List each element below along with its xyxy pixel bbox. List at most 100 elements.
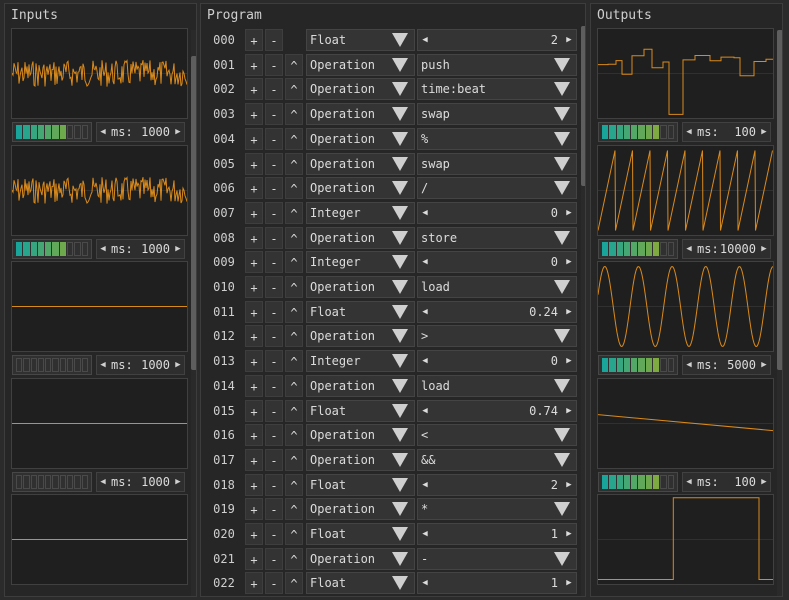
value-spinner[interactable]: ◀ 0 ▶ [417, 201, 577, 224]
spinner-value[interactable]: 2 [432, 33, 562, 47]
operation-dropdown[interactable]: time:beat [417, 78, 577, 101]
increment-arrow-icon[interactable]: ▶ [758, 127, 770, 137]
type-dropdown[interactable]: Operation [306, 78, 415, 101]
type-dropdown[interactable]: Float [306, 572, 415, 595]
inputs-2-ms-spinner[interactable]: ◀ ms: 1000 ▶ [96, 238, 185, 259]
type-dropdown[interactable]: Operation [306, 498, 415, 521]
decrement-arrow-icon[interactable]: ◀ [97, 127, 109, 137]
type-dropdown[interactable]: Operation [306, 325, 415, 348]
type-dropdown[interactable]: Operation [306, 127, 415, 150]
increment-arrow-icon[interactable]: ▶ [562, 578, 576, 588]
spinner-value[interactable]: 1 [432, 576, 562, 590]
move-up-button[interactable]: ^ [285, 424, 303, 447]
move-up-button[interactable]: ^ [285, 300, 303, 323]
insert-row-button[interactable]: + [245, 572, 263, 595]
move-up-button[interactable]: ^ [285, 325, 303, 348]
insert-row-button[interactable]: + [245, 547, 263, 570]
delete-row-button[interactable]: - [265, 399, 283, 422]
insert-row-button[interactable]: + [245, 276, 263, 298]
type-dropdown[interactable]: Operation [306, 374, 415, 397]
increment-arrow-icon[interactable]: ▶ [562, 406, 576, 416]
program-scrollbar[interactable] [581, 26, 585, 596]
delete-row-button[interactable]: - [265, 572, 283, 595]
delete-row-button[interactable]: - [265, 547, 283, 570]
spinner-value[interactable]: 0 [432, 255, 562, 269]
increment-arrow-icon[interactable]: ▶ [562, 208, 576, 218]
ms-value[interactable]: 1000 [133, 242, 172, 256]
type-dropdown[interactable]: Float [306, 523, 415, 545]
delete-row-button[interactable]: - [265, 448, 283, 471]
spinner-value[interactable]: 0 [432, 354, 562, 368]
decrement-arrow-icon[interactable]: ◀ [683, 244, 695, 254]
increment-arrow-icon[interactable]: ▶ [562, 257, 576, 267]
increment-arrow-icon[interactable]: ▶ [758, 244, 770, 254]
insert-row-button[interactable]: + [245, 473, 263, 496]
operation-dropdown[interactable]: % [417, 127, 577, 150]
type-dropdown[interactable]: Operation [306, 276, 415, 298]
operation-dropdown[interactable]: swap [417, 103, 577, 126]
decrement-arrow-icon[interactable]: ◀ [683, 360, 695, 370]
value-spinner[interactable]: ◀ 0.24 ▶ [417, 300, 577, 323]
operation-dropdown[interactable]: swap [417, 152, 577, 175]
delete-row-button[interactable]: - [265, 53, 283, 76]
insert-row-button[interactable]: + [245, 152, 263, 175]
outputs-4-ms-spinner[interactable]: ◀ ms: 100 ▶ [682, 471, 771, 492]
value-spinner[interactable]: ◀ 0.74 ▶ [417, 399, 577, 422]
move-up-button[interactable]: ^ [285, 103, 303, 126]
ms-value[interactable]: 100 [719, 125, 758, 139]
decrement-arrow-icon[interactable]: ◀ [418, 35, 432, 45]
move-up-button[interactable]: ^ [285, 152, 303, 175]
ms-value[interactable]: 100 [719, 475, 758, 489]
delete-row-button[interactable]: - [265, 127, 283, 150]
move-up-button[interactable]: ^ [285, 276, 303, 298]
move-up-button[interactable]: ^ [285, 251, 303, 274]
move-up-button[interactable]: ^ [285, 498, 303, 521]
delete-row-button[interactable]: - [265, 103, 283, 126]
insert-row-button[interactable]: + [245, 201, 263, 224]
insert-row-button[interactable]: + [245, 300, 263, 323]
spinner-value[interactable]: 2 [432, 478, 562, 492]
inputs-scrollbar[interactable] [191, 30, 196, 596]
type-dropdown[interactable]: Integer [306, 201, 415, 224]
program-scrollbar-thumb[interactable] [581, 26, 585, 186]
decrement-arrow-icon[interactable]: ◀ [418, 356, 432, 366]
increment-arrow-icon[interactable]: ▶ [562, 480, 576, 490]
ms-value[interactable]: 1000 [133, 475, 172, 489]
insert-row-button[interactable]: + [245, 523, 263, 545]
value-spinner[interactable]: ◀ 0 ▶ [417, 350, 577, 373]
outputs-3-ms-spinner[interactable]: ◀ ms: 5000 ▶ [682, 355, 771, 375]
increment-arrow-icon[interactable]: ▶ [562, 35, 576, 45]
increment-arrow-icon[interactable]: ▶ [172, 127, 184, 137]
increment-arrow-icon[interactable]: ▶ [562, 529, 576, 539]
insert-row-button[interactable]: + [245, 103, 263, 126]
type-dropdown[interactable]: Operation [306, 53, 415, 76]
decrement-arrow-icon[interactable]: ◀ [418, 578, 432, 588]
move-up-button[interactable]: ^ [285, 523, 303, 545]
insert-row-button[interactable]: + [245, 424, 263, 447]
delete-row-button[interactable]: - [265, 473, 283, 496]
operation-dropdown[interactable]: < [417, 424, 577, 447]
type-dropdown[interactable]: Operation [306, 103, 415, 126]
insert-row-button[interactable]: + [245, 29, 263, 51]
type-dropdown[interactable]: Float [306, 473, 415, 496]
delete-row-button[interactable]: - [265, 325, 283, 348]
value-spinner[interactable]: ◀ 2 ▶ [417, 473, 577, 496]
decrement-arrow-icon[interactable]: ◀ [97, 244, 109, 254]
type-dropdown[interactable]: Integer [306, 350, 415, 373]
type-dropdown[interactable]: Operation [306, 152, 415, 175]
move-up-button[interactable]: ^ [285, 53, 303, 76]
spinner-value[interactable]: 0.74 [432, 404, 562, 418]
type-dropdown[interactable]: Float [306, 399, 415, 422]
inputs-4-ms-spinner[interactable]: ◀ ms: 1000 ▶ [96, 471, 185, 492]
type-dropdown[interactable]: Operation [306, 448, 415, 471]
move-up-button[interactable]: ^ [285, 448, 303, 471]
insert-row-button[interactable]: + [245, 53, 263, 76]
delete-row-button[interactable]: - [265, 300, 283, 323]
insert-row-button[interactable]: + [245, 399, 263, 422]
decrement-arrow-icon[interactable]: ◀ [683, 477, 695, 487]
spinner-value[interactable]: 0 [432, 206, 562, 220]
insert-row-button[interactable]: + [245, 498, 263, 521]
decrement-arrow-icon[interactable]: ◀ [683, 127, 695, 137]
value-spinner[interactable]: ◀ 0 ▶ [417, 251, 577, 274]
insert-row-button[interactable]: + [245, 350, 263, 373]
